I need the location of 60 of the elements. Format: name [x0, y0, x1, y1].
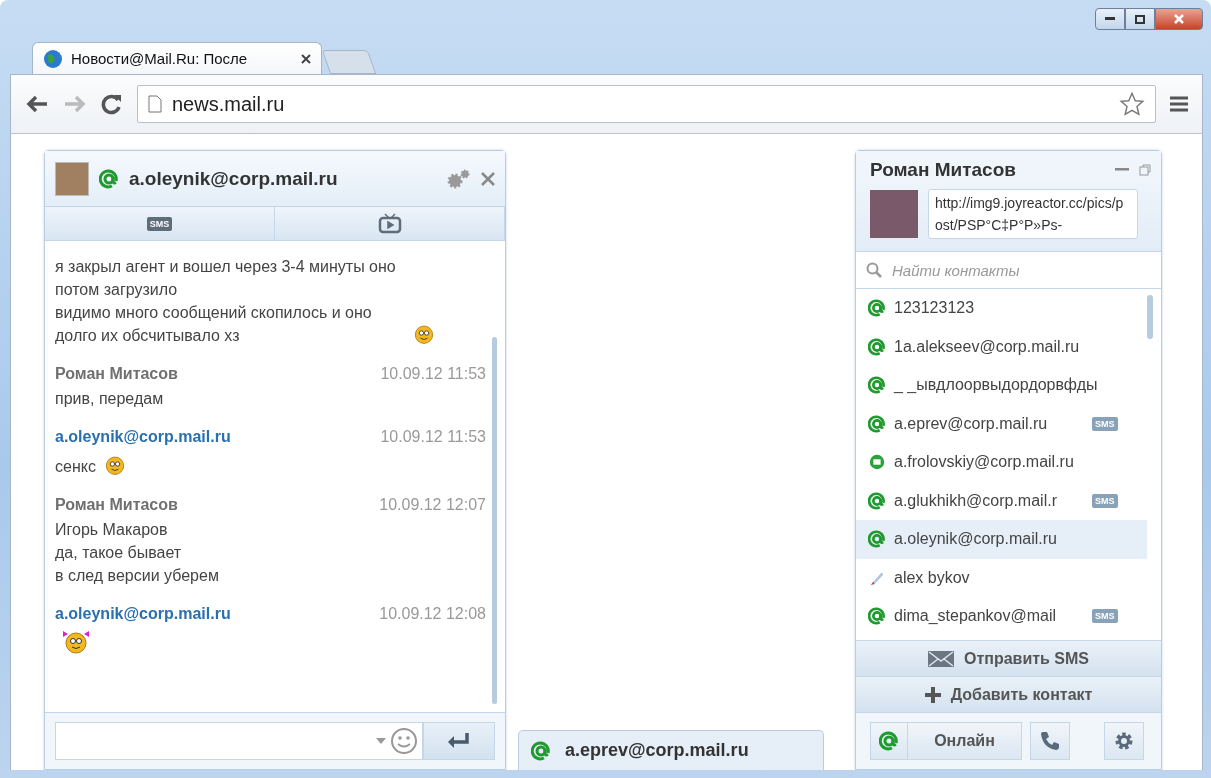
- plus-icon: [924, 686, 941, 703]
- avatar-photo: [55, 161, 89, 196]
- status-message[interactable]: http://img9.joyreactor.cc/pics/post/PSP°C‡P°P»Ps-: [928, 189, 1138, 239]
- maximize-icon: [1135, 14, 1145, 24]
- video-tab[interactable]: [275, 207, 505, 240]
- sms-badge: SMS: [1092, 609, 1118, 624]
- tab-title: Новости@Mail.Ru: После: [71, 50, 248, 67]
- browser-tab[interactable]: Новости@Mail.Ru: После: [32, 42, 322, 74]
- add-contact-button[interactable]: Добавить контакт: [856, 676, 1161, 712]
- message-input[interactable]: [55, 722, 423, 760]
- phone-button[interactable]: [1030, 722, 1070, 760]
- settings-button[interactable]: [1104, 722, 1144, 760]
- tv-icon: [377, 212, 402, 235]
- send-sms-button[interactable]: Отправить SMS: [856, 640, 1161, 676]
- sms-tab[interactable]: SMS: [45, 207, 275, 240]
- caret-icon[interactable]: [376, 738, 386, 744]
- sms-badge: SMS: [1092, 416, 1118, 431]
- message-author: a.oleynik@corp.mail.ru: [55, 605, 231, 623]
- minimized-chat-tab[interactable]: a.eprev@corp.mail.ru: [518, 730, 824, 770]
- message-text: в след версии уберем: [55, 566, 219, 586]
- enter-icon: [447, 732, 471, 750]
- back-icon[interactable]: [25, 94, 49, 114]
- message-time: 10.09.12 12:08: [379, 605, 486, 623]
- close-icon[interactable]: [301, 53, 311, 64]
- gear-icon: [1113, 730, 1135, 752]
- photo-placeholder: [870, 190, 918, 238]
- message-time: 10.09.12 11:53: [380, 365, 486, 383]
- star-icon[interactable]: [1119, 91, 1145, 117]
- close-button[interactable]: [1155, 8, 1203, 30]
- message-text: прив, передам: [55, 389, 164, 409]
- message-author: a.oleynik@corp.mail.ru: [55, 428, 231, 446]
- globe-icon: [43, 48, 63, 69]
- contact-item[interactable]: a.oleynik@corp.mail.ru: [856, 520, 1147, 559]
- sms-badge: SMS: [1092, 493, 1118, 508]
- chat-title: a.oleynik@corp.mail.ru: [129, 167, 339, 190]
- settings-icon[interactable]: [445, 167, 471, 190]
- message-text: видимо много сообщений скопилось и оно долго их обсчитывало хз: [55, 303, 373, 346]
- reload-icon[interactable]: [101, 93, 123, 115]
- message-author: Роман Митасов: [55, 496, 178, 514]
- close-icon: [1173, 13, 1185, 25]
- menu-icon[interactable]: [1170, 96, 1188, 112]
- send-button[interactable]: [423, 722, 495, 760]
- message-text: да, такое бывает: [55, 543, 182, 563]
- search-icon: [866, 262, 882, 278]
- page-icon: [148, 95, 162, 113]
- message-time: 10.09.12 11:53: [380, 428, 486, 446]
- minimize-icon: [1105, 17, 1115, 21]
- envelope-icon: [927, 650, 954, 667]
- minimize-icon[interactable]: [1115, 168, 1129, 172]
- message-text: Игорь Макаров: [55, 520, 168, 540]
- address-bar[interactable]: news.mail.ru: [137, 85, 1156, 123]
- message-author: Роман Митасов: [55, 365, 178, 383]
- status-button[interactable]: Онлайн: [870, 722, 1022, 760]
- minimize-button[interactable]: [1095, 8, 1125, 30]
- phone-icon: [1039, 730, 1061, 752]
- owner-name: Роман Митасов: [870, 159, 1016, 181]
- maximize-button[interactable]: [1125, 8, 1155, 30]
- message-text: сенкс: [55, 457, 96, 477]
- message-time: 10.09.12 12:07: [379, 496, 486, 514]
- smiley-icon[interactable]: [390, 727, 418, 755]
